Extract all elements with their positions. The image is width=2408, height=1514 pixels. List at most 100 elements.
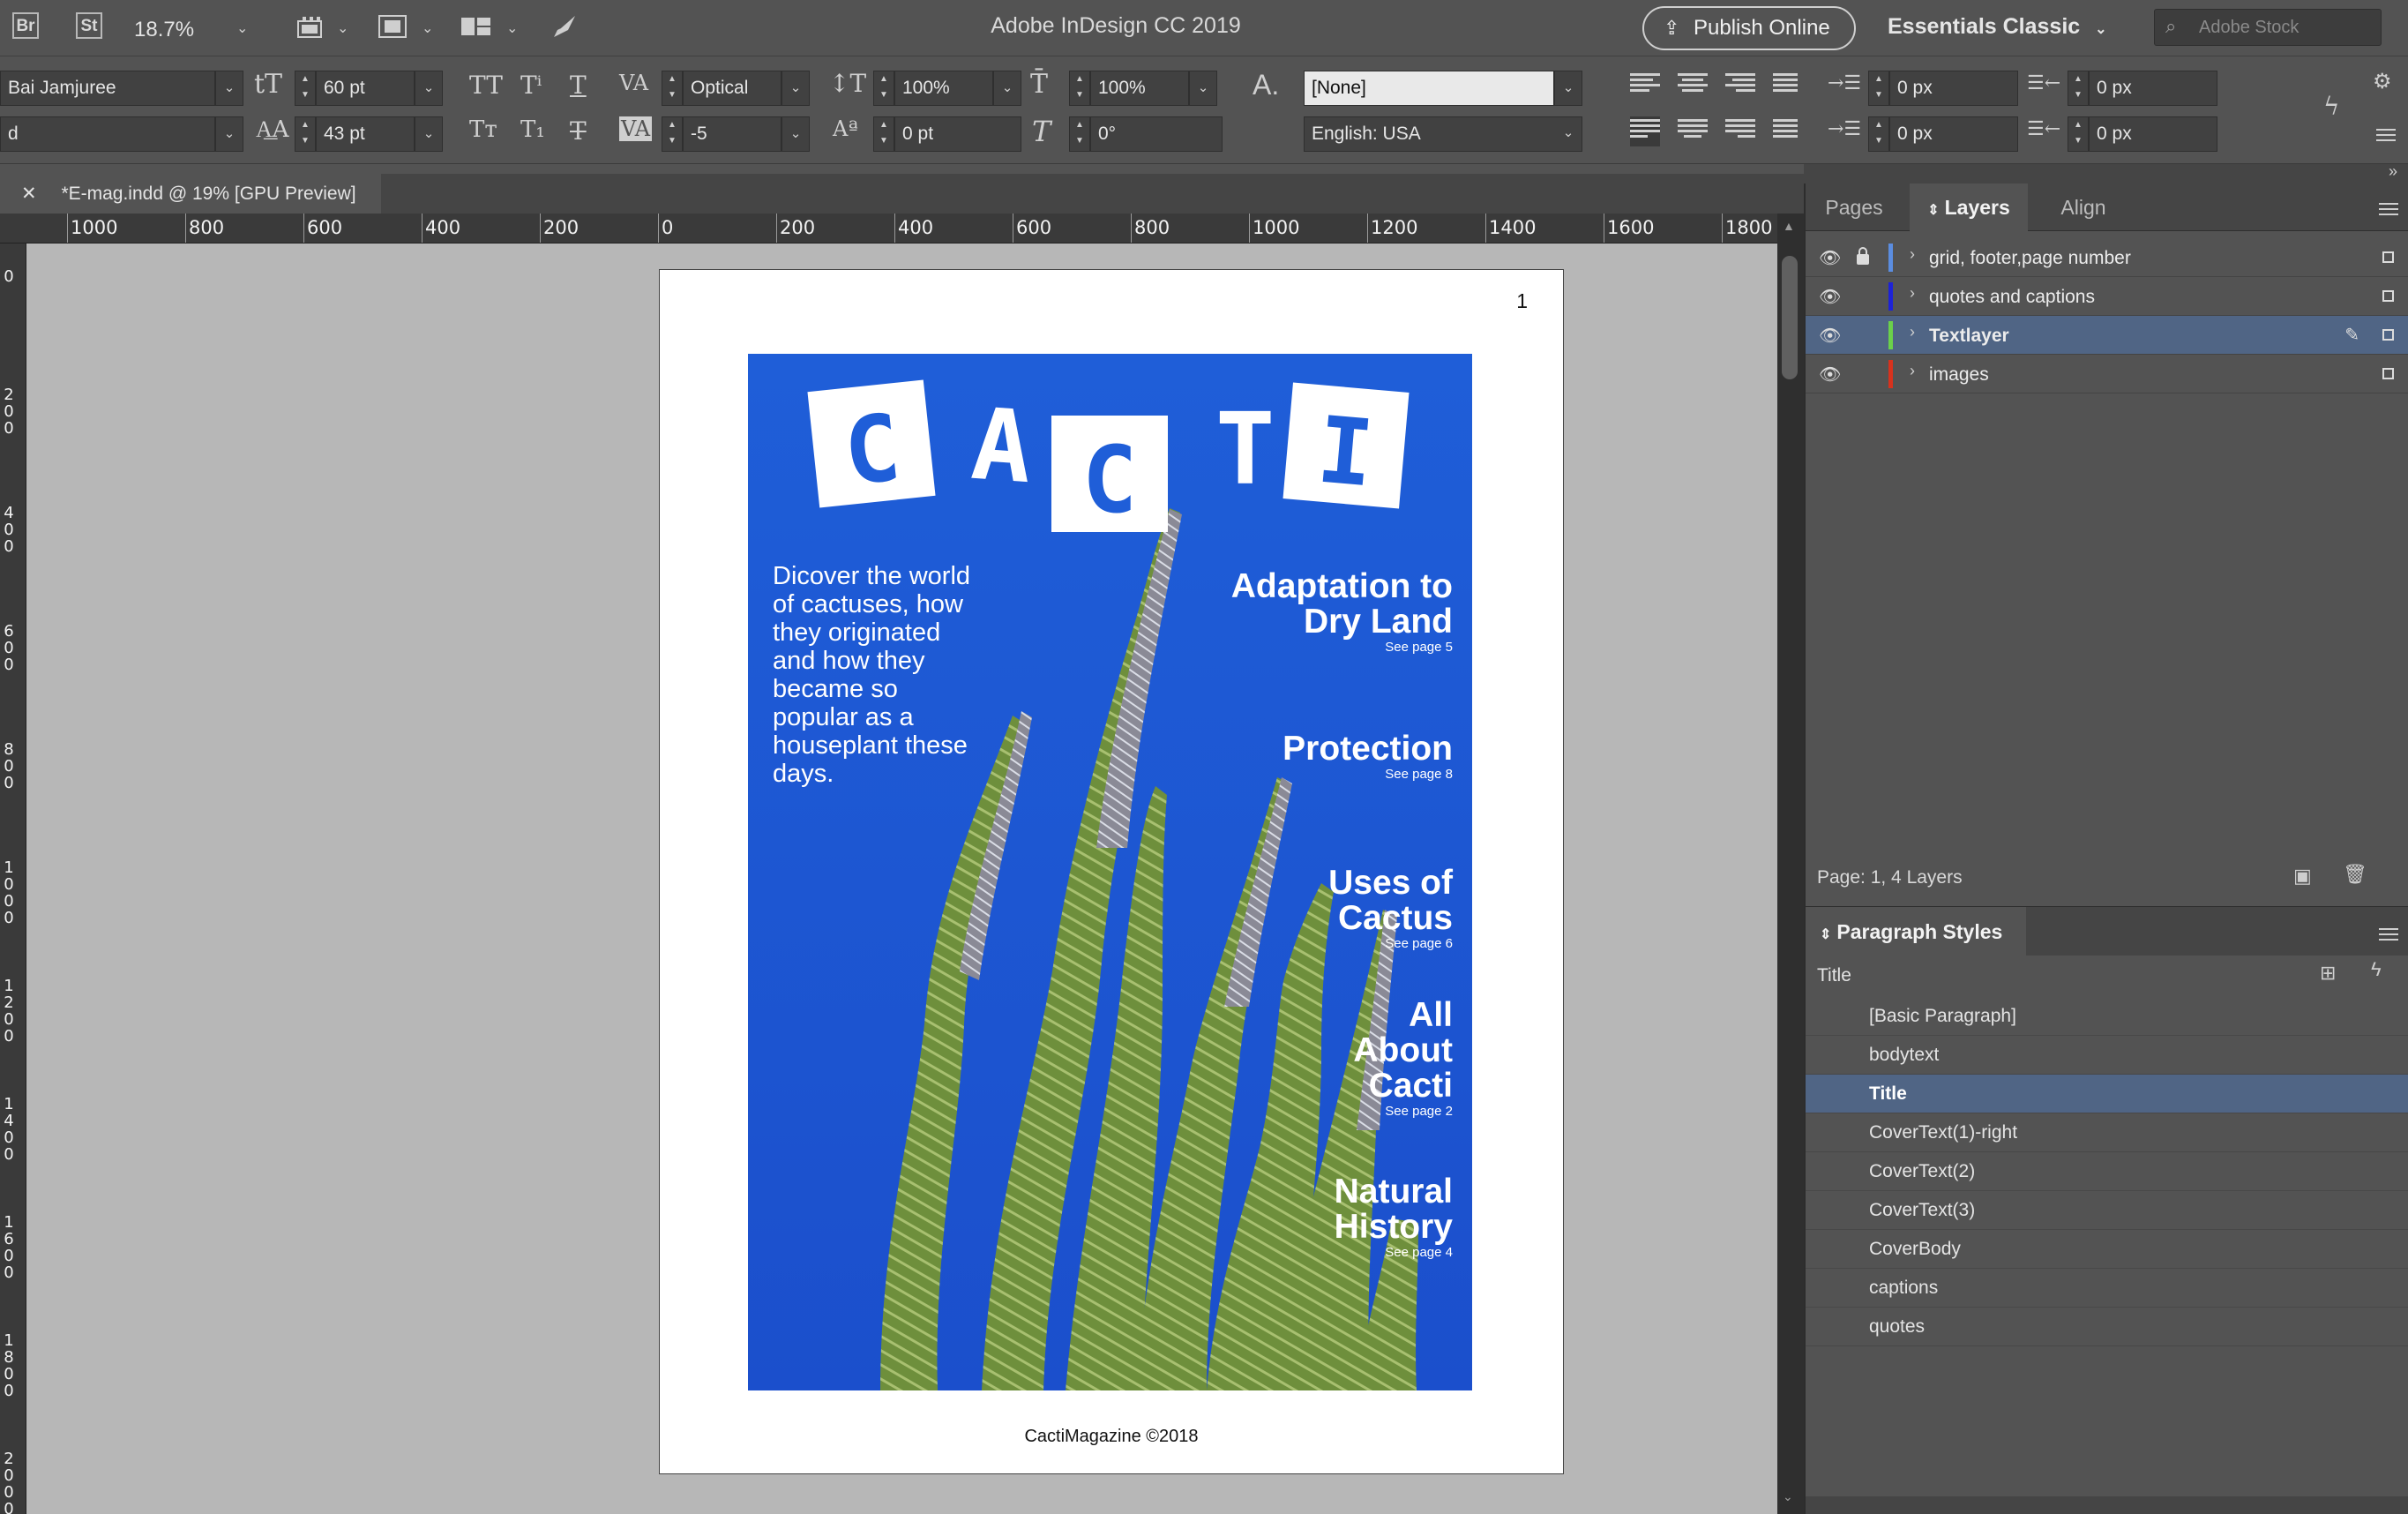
style-item[interactable]: [Basic Paragraph]	[1806, 997, 2408, 1036]
small-caps-icon[interactable]: Tт	[469, 116, 497, 143]
horizontal-scale-field[interactable]: 100%	[1090, 71, 1189, 106]
justify-left-icon[interactable]	[1630, 116, 1660, 146]
font-size-field[interactable]: 60 pt	[316, 71, 415, 106]
kerning-dropdown[interactable]: ⌄	[781, 71, 810, 106]
close-icon[interactable]: ✕	[21, 184, 37, 204]
story-protection[interactable]: Protection See page 8	[1283, 731, 1453, 783]
horizontal-scale-dropdown[interactable]: ⌄	[1189, 71, 1217, 106]
font-size-dropdown[interactable]: ⌄	[415, 71, 443, 106]
layer-select-square-icon[interactable]	[2382, 368, 2394, 379]
visibility-eye-icon[interactable]: 👁	[1819, 247, 1841, 269]
character-style-dropdown[interactable]: ⌄	[1554, 71, 1582, 106]
left-indent-field[interactable]: 0 px	[1889, 71, 2018, 106]
expand-chevron-icon[interactable]: ›	[1910, 323, 1915, 341]
new-layer-icon[interactable]: ▣	[2293, 865, 2312, 888]
all-caps-icon[interactable]: TT	[469, 71, 503, 100]
view-options-dropdown-icon[interactable]: ⌄	[337, 19, 348, 37]
style-item[interactable]: bodytext	[1806, 1036, 2408, 1075]
visibility-eye-icon[interactable]: 👁	[1819, 286, 1841, 308]
font-family-dropdown[interactable]: ⌄	[215, 71, 243, 106]
arrange-documents-icon[interactable]	[460, 16, 492, 41]
language-field[interactable]: English: USA	[1304, 116, 1582, 152]
subscript-icon[interactable]: T₁	[520, 116, 545, 143]
visibility-eye-icon[interactable]: 👁	[1819, 364, 1841, 386]
pasteboard[interactable]: 1 C A C T I Dicover the world of cactuse…	[26, 244, 1777, 1514]
cover-body-text[interactable]: Dicover the world of cactuses, how they …	[773, 562, 984, 788]
vertical-scale-field[interactable]: 100%	[894, 71, 993, 106]
scroll-up-icon[interactable]: ▲	[1783, 219, 1795, 233]
style-item[interactable]: CoverText(3)	[1806, 1191, 2408, 1230]
bridge-button[interactable]: Br	[12, 12, 39, 39]
scroll-down-icon[interactable]: ⌄	[1783, 1489, 1793, 1504]
justify-right-icon[interactable]	[1725, 116, 1755, 146]
last-line-indent-field[interactable]: 0 px	[2089, 116, 2217, 152]
font-style-field[interactable]: d	[0, 116, 215, 152]
quick-apply-icon[interactable]: ϟ	[2323, 92, 2339, 121]
right-indent-stepper[interactable]: ▲ ▼	[2068, 71, 2089, 106]
tracking-field[interactable]: -5	[683, 116, 781, 152]
document-page[interactable]: 1 C A C T I Dicover the world of cactuse…	[659, 269, 1564, 1474]
layer-select-square-icon[interactable]	[2382, 251, 2394, 263]
font-style-dropdown[interactable]: ⌄	[215, 116, 243, 152]
leading-field[interactable]: 43 pt	[316, 116, 415, 152]
justify-center-icon[interactable]	[1678, 116, 1708, 146]
scrollbar-thumb[interactable]	[1782, 256, 1798, 379]
leading-dropdown[interactable]: ⌄	[415, 116, 443, 152]
leading-stepper[interactable]: ▲ ▼	[295, 116, 316, 152]
layer-row-images[interactable]: 👁 › images	[1806, 355, 2408, 393]
style-item[interactable]: quotes	[1806, 1308, 2408, 1346]
vertical-scale-stepper[interactable]: ▲ ▼	[873, 71, 894, 106]
vertical-scale-dropdown[interactable]: ⌄	[993, 71, 1021, 106]
font-family-field[interactable]: Bai Jamjuree	[0, 71, 215, 106]
new-style-icon[interactable]: ⊞	[2320, 962, 2336, 985]
style-item[interactable]: CoverText(1)-right	[1806, 1113, 2408, 1152]
last-line-indent-stepper[interactable]: ▲ ▼	[2068, 116, 2089, 152]
collapse-panels-icon[interactable]: »	[2389, 162, 2397, 181]
style-item-selected[interactable]: Title	[1806, 1075, 2408, 1113]
skew-field[interactable]: 0°	[1090, 116, 1223, 152]
tab-paragraph-styles[interactable]: ⇕ Paragraph Styles	[1806, 907, 2026, 956]
adobe-stock-search-input[interactable]: ⌕ Adobe Stock	[2154, 9, 2382, 46]
stock-button[interactable]: St	[76, 12, 102, 39]
tab-layers[interactable]: ⇕ Layers	[1910, 184, 2028, 231]
first-line-indent-field[interactable]: 0 px	[1889, 116, 2018, 152]
panel-collapse-bar[interactable]: »	[1804, 162, 2408, 184]
kerning-field[interactable]: Optical	[683, 71, 781, 106]
layer-select-square-icon[interactable]	[2382, 290, 2394, 302]
style-item[interactable]: CoverBody	[1806, 1230, 2408, 1269]
tracking-dropdown[interactable]: ⌄	[781, 116, 810, 152]
horizontal-scale-stepper[interactable]: ▲ ▼	[1069, 71, 1090, 106]
document-tab[interactable]: ✕ *E-mag.indd @ 19% [GPU Preview]	[0, 174, 381, 214]
publish-rocket-icon[interactable]	[549, 12, 579, 47]
screen-mode-dropdown-icon[interactable]: ⌄	[422, 19, 433, 37]
align-center-icon[interactable]	[1678, 71, 1708, 101]
tracking-stepper[interactable]: ▲ ▼	[662, 116, 683, 152]
zoom-dropdown-icon[interactable]: ⌄	[236, 19, 248, 37]
story-uses[interactable]: Uses of Cactus See page 6	[1276, 866, 1453, 952]
workspace-switcher[interactable]: Essentials Classic ⌄	[1888, 14, 2107, 40]
gear-icon[interactable]: ⚙	[2373, 69, 2392, 94]
character-style-field[interactable]: [None]	[1304, 71, 1554, 106]
align-towards-spine-icon[interactable]	[1773, 71, 1803, 101]
align-left-icon[interactable]	[1630, 71, 1660, 101]
publish-online-button[interactable]: ⇪ Publish Online	[1642, 6, 1856, 50]
zoom-level[interactable]: 18.7%	[134, 18, 194, 42]
left-indent-stepper[interactable]: ▲ ▼	[1868, 71, 1889, 106]
horizontal-ruler[interactable]: 1000 800 600 400 200 0 200 400 600 800 1000 1200 140…	[0, 214, 1777, 244]
expand-chevron-icon[interactable]: ›	[1910, 245, 1915, 264]
arrange-dropdown-icon[interactable]: ⌄	[506, 19, 518, 37]
style-item[interactable]: captions	[1806, 1269, 2408, 1308]
screen-mode-icon[interactable]	[378, 14, 408, 43]
style-item[interactable]: CoverText(2)	[1806, 1152, 2408, 1191]
align-right-icon[interactable]	[1725, 71, 1755, 101]
tab-align[interactable]: Align	[2031, 184, 2135, 231]
font-size-stepper[interactable]: ▲ ▼	[295, 71, 316, 106]
first-line-indent-stepper[interactable]: ▲ ▼	[1868, 116, 1889, 152]
superscript-icon[interactable]: Tⁱ	[520, 71, 542, 100]
baseline-shift-stepper[interactable]: ▲ ▼	[873, 116, 894, 152]
tab-pages[interactable]: Pages	[1806, 184, 1903, 231]
layer-row-quotes[interactable]: 👁 › quotes and captions	[1806, 277, 2408, 316]
view-options-icon[interactable]	[295, 16, 326, 39]
expand-chevron-icon[interactable]: ›	[1910, 284, 1915, 303]
layer-select-square-icon[interactable]	[2382, 329, 2394, 341]
